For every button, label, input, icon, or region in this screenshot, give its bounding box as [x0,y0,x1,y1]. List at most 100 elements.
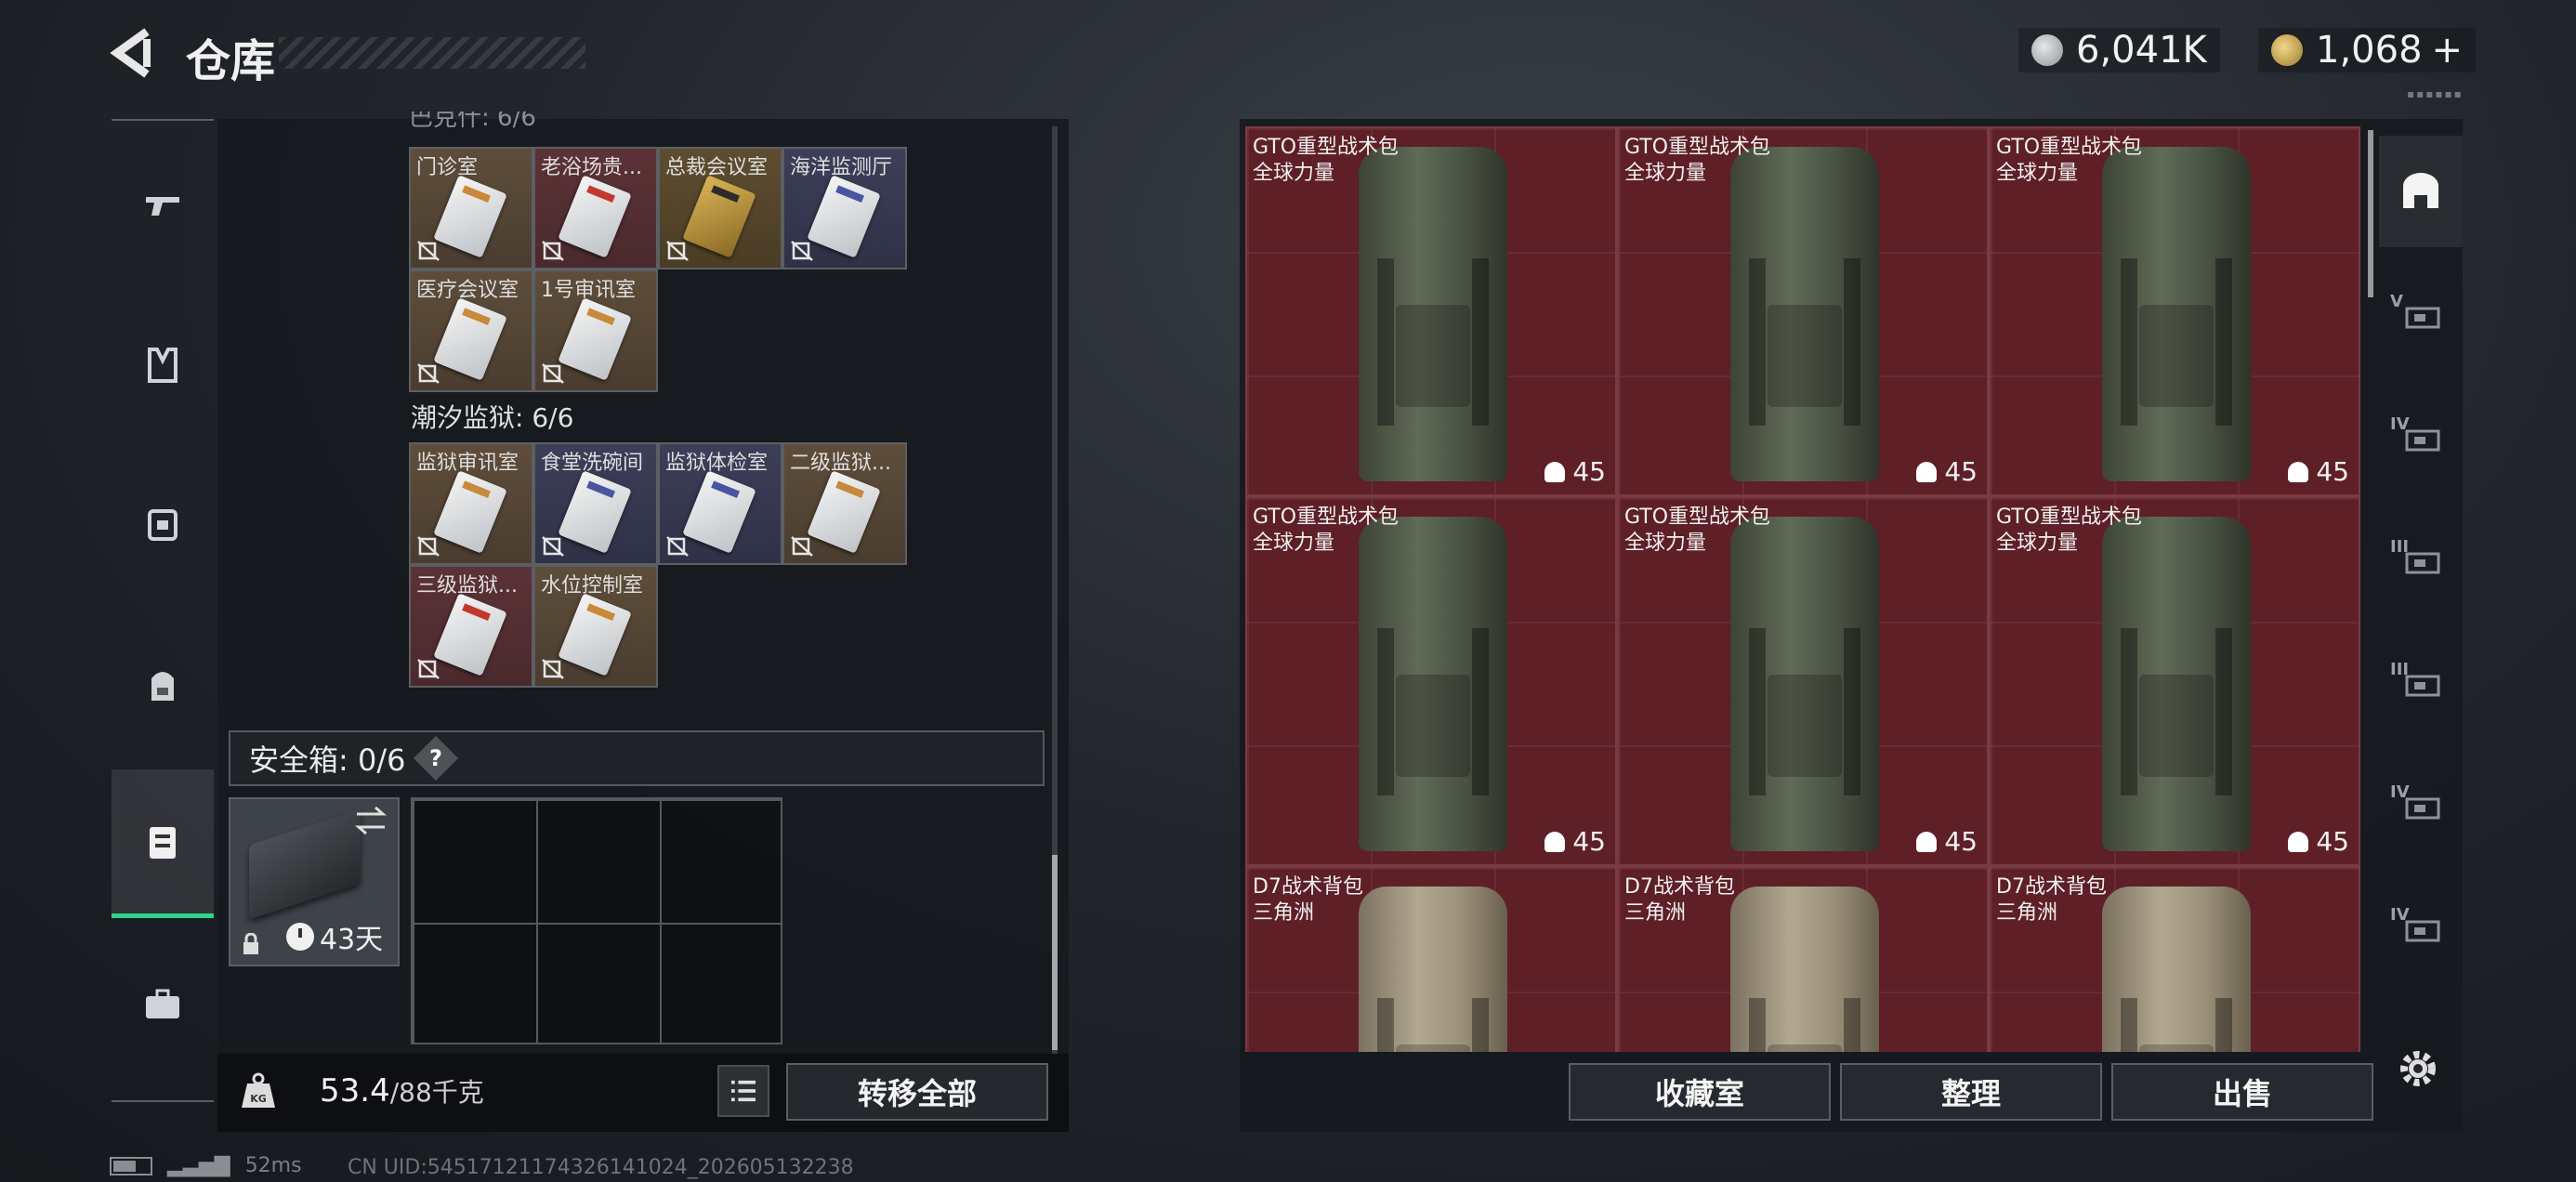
keycard-image [807,175,881,258]
ping-text: 52ms [244,1154,302,1177]
key-card-slot[interactable]: 监狱体检室 [658,442,782,565]
signal-icon: ▂▃▅▇ [167,1154,230,1177]
stash-tab-4[interactable]: III [2379,626,2463,738]
gear-icon[interactable] [2394,1044,2442,1093]
keycard-image [558,593,632,676]
safe-case-image [249,808,361,920]
key-card-slot[interactable]: 水位控制室 [533,565,658,688]
stash-tab-2[interactable]: IV [2379,381,2463,492]
rail-item-safe[interactable] [112,769,214,918]
transfer-all-button[interactable]: 转移全部 [786,1063,1048,1121]
list-icon [731,1080,756,1102]
weight-readout: 53.4/88千克 [320,1072,484,1110]
key-card-slot[interactable]: 食堂洗碗间 [533,442,658,565]
stash-item-backpack[interactable]: GTO重型战术包 全球力量 45 [1989,496,2360,866]
back-arrow-icon[interactable] [110,28,165,78]
rail-divider [112,1100,214,1102]
item-brand: 三角洲 [1253,901,1315,925]
key-label: 1号审讯室 [541,279,636,302]
help-icon[interactable]: ? [414,735,459,781]
item-brand: 全球力量 [1624,532,1707,555]
capacity-icon [2288,461,2309,482]
currency-gold-value: 1,068 [2316,29,2423,72]
currency-gold-plus[interactable]: + [2432,29,2464,72]
safe-item-slot[interactable]: 43天 [229,797,400,966]
capacity-value: 45 [2316,456,2349,487]
stash-scrollbar[interactable] [2368,130,2373,297]
lock-icon [243,933,258,954]
tier-label: III [2390,660,2410,679]
tier-label: III [2390,537,2410,557]
key-card-slot[interactable]: 总裁会议室 [658,147,782,269]
stash-item-backpack[interactable]: GTO重型战术包 全球力量 45 [1617,126,1989,496]
no-trade-icon [417,241,440,261]
keycard-image [558,470,632,554]
item-brand: 三角洲 [1996,901,2058,925]
capacity-badge: 45 [1916,456,1978,487]
no-trade-icon [542,363,564,384]
keycard-image [558,175,632,258]
keycard-image [558,297,632,381]
backpack-image [1730,886,1879,1052]
stash-tab-rail: V IV III III IV IV [2379,119,2463,1048]
stash-tab-6[interactable]: IV [2379,872,2463,983]
stash-item-backpack[interactable]: D7战术背包 三角洲 [1245,866,1617,1052]
rail-item-backpack[interactable] [112,610,214,758]
backpack-image [1359,147,1507,481]
backpack-image [1359,886,1507,1052]
capacity-value: 45 [1572,826,1606,857]
stash-item-backpack[interactable]: D7战术背包 三角洲 [1989,866,2360,1052]
stash-item-backpack[interactable]: GTO重型战术包 全球力量 45 [1245,126,1617,496]
capacity-icon [1916,461,1938,482]
key-card-slot[interactable]: 二级监狱... [782,442,907,565]
tier-label: IV [2390,782,2410,802]
key-label: 医疗会议室 [416,279,519,302]
item-brand: 全球力量 [1996,532,2079,555]
stash-item-backpack[interactable]: GTO重型战术包 全球力量 45 [1989,126,2360,496]
key-label: 三级监狱... [416,574,518,598]
backpack-image [1730,517,1879,851]
currency-silver[interactable]: 6,041K [2018,28,2220,72]
no-trade-icon [542,659,564,679]
swap-icon[interactable] [353,805,388,836]
capacity-icon [2288,831,2309,852]
no-trade-icon [417,363,440,384]
stash-tab-3[interactable]: III [2379,504,2463,615]
organize-button[interactable]: 整理 [1840,1063,2102,1121]
no-trade-icon [542,241,564,261]
equipment-scroll-thumb[interactable] [1052,855,1058,1050]
stash-item-backpack[interactable]: GTO重型战术包 全球力量 45 [1245,496,1617,866]
rail-item-weapons[interactable] [112,130,214,279]
rail-item-case[interactable] [112,929,214,1078]
rail-item-rig[interactable] [112,450,214,598]
key-card-slot[interactable]: 海洋监测厅 [782,147,907,269]
currency-gold[interactable]: 1,068 + [2258,28,2477,72]
key-card-slot[interactable]: 1号审讯室 [533,269,658,392]
tier-label: IV [2390,905,2410,925]
stash-item-backpack[interactable]: D7战术背包 三角洲 [1617,866,1989,1052]
silver-coin-icon [2031,34,2063,66]
capacity-icon [1544,461,1566,482]
key-card-slot[interactable]: 监狱审讯室 [409,442,533,565]
rail-item-armor[interactable] [112,290,214,439]
stash-tab-0[interactable] [2379,136,2463,247]
keycard-image [433,593,507,676]
safe-container-grid[interactable] [411,797,782,1044]
key-card-slot[interactable]: 三级监狱... [409,565,533,688]
stash-tab-1[interactable]: V [2379,258,2463,370]
sell-button[interactable]: 出售 [2111,1063,2373,1121]
key-card-slot[interactable]: 老浴场贵... [533,147,658,269]
stash-item-backpack[interactable]: GTO重型战术包 全球力量 45 [1617,496,1989,866]
key-card-slot[interactable]: 门诊室 [409,147,533,269]
tier-label: IV [2390,414,2410,434]
key-card-slot[interactable]: 医疗会议室 [409,269,533,392]
stash-tab-5[interactable]: IV [2379,749,2463,860]
list-view-button[interactable] [717,1065,769,1117]
no-trade-icon [417,659,440,679]
key-label: 食堂洗碗间 [541,452,644,475]
key-label: 监狱审讯室 [416,452,519,475]
vest-icon [148,348,177,383]
collection-room-button[interactable]: 收藏室 [1569,1063,1831,1121]
status-bar: ▂▃▅▇ 52ms [110,1154,302,1177]
briefcase-icon [146,989,179,1018]
